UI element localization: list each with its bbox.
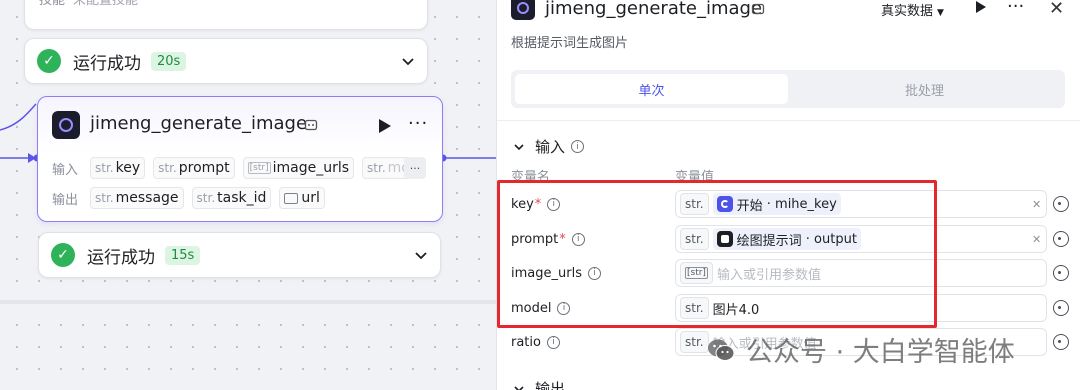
param-value-field[interactable]: [str] 输入或引用参数值 <box>675 259 1047 287</box>
bot-icon <box>751 3 765 15</box>
reference-tag: 开始 · mihe_key <box>712 193 841 215</box>
reference-tag: 绘图提示词 · output <box>712 228 861 250</box>
run-time-badge: 15s <box>165 245 201 265</box>
plugin-node-card[interactable]: jimeng_generate_image ··· 输入 str. key str… <box>37 96 443 222</box>
input-label: 输入 <box>52 162 79 178</box>
check-icon: ✓ <box>37 49 61 73</box>
input-chip: str. key <box>90 157 146 179</box>
run-status-card-1[interactable]: ✓ 运行成功 20s <box>24 38 428 84</box>
clear-icon[interactable]: ✕ <box>1032 233 1041 246</box>
workflow-canvas[interactable]: 技能 未配置技能 ✓ 运行成功 20s jimeng_generate_image… <box>0 0 496 390</box>
column-header-name: 变量名 <box>511 170 551 185</box>
reference-icon[interactable] <box>1053 265 1069 281</box>
param-name: prompt * i <box>511 232 675 247</box>
column-header-value: 变量值 <box>675 170 715 185</box>
node-title: jimeng_generate_image <box>90 113 308 134</box>
skill-label: 技能 <box>39 0 66 8</box>
param-row-model: model i str. 图片4.0 <box>511 294 1071 322</box>
section-title: 输入 <box>535 138 566 156</box>
reference-icon[interactable] <box>1053 196 1069 212</box>
param-row-prompt: prompt * i str. 绘图提示词 · output ✕ <box>511 225 1071 253</box>
input-chip: [str] image_urls <box>242 157 355 179</box>
panel-logo <box>511 0 535 20</box>
play-icon[interactable] <box>975 0 987 14</box>
type-chip: str. <box>680 228 709 250</box>
run-status-text: 运行成功 <box>73 53 141 74</box>
input-chip: str. prompt <box>153 157 235 179</box>
param-value-field[interactable]: str. 图片4.0 <box>675 294 1047 322</box>
start-node-icon <box>716 196 733 212</box>
more-icon[interactable]: ··· <box>408 113 428 134</box>
close-icon[interactable]: ✕ <box>1049 0 1064 19</box>
param-placeholder: 输入或引用参数值 <box>716 267 821 283</box>
clear-icon[interactable]: ✕ <box>1032 198 1041 211</box>
skill-card[interactable]: 技能 未配置技能 <box>24 0 428 30</box>
panel-title: jimeng_generate_image <box>545 0 763 19</box>
data-mode-select[interactable]: 真实数据 ▼ <box>881 0 944 19</box>
param-name: image_urls i <box>511 266 675 281</box>
type-chip: str. <box>680 331 709 353</box>
type-chip: [str] <box>680 262 713 284</box>
caret-down-icon: ▼ <box>937 8 944 18</box>
divider <box>497 120 1080 121</box>
param-name: model i <box>511 301 675 316</box>
skill-value: 未配置技能 <box>73 0 139 8</box>
output-chip: url <box>279 187 325 209</box>
output-label: 输出 <box>52 192 79 208</box>
reference-icon[interactable] <box>1053 334 1069 350</box>
output-chip: str. message <box>90 187 184 209</box>
more-inputs-button[interactable]: ··· <box>404 157 426 179</box>
llm-node-icon <box>716 231 733 247</box>
info-icon: i <box>587 266 601 280</box>
param-value-field[interactable]: str. 绘图提示词 · output ✕ <box>675 225 1047 253</box>
wechat-icon <box>708 339 735 361</box>
info-icon: i <box>547 197 561 211</box>
type-chip: str. <box>680 297 709 319</box>
param-value-field[interactable]: str. 开始 · mihe_key ✕ <box>675 190 1047 218</box>
canvas-divider <box>0 300 496 304</box>
more-icon[interactable]: ··· <box>1007 0 1024 17</box>
type-chip: str. <box>680 193 709 215</box>
run-status-card-2[interactable]: ✓ 运行成功 15s <box>38 232 441 278</box>
info-icon: i <box>571 232 585 246</box>
output-chip: str. task_id <box>191 187 272 209</box>
skill-row: 技能 未配置技能 <box>39 0 138 8</box>
param-row-image-urls: image_urls i [str] 输入或引用参数值 <box>511 259 1071 287</box>
mode-tabs: 单次 批处理 <box>511 70 1065 108</box>
chevron-down-icon <box>514 143 524 150</box>
panel-description: 根据提示词生成图片 <box>511 36 629 51</box>
reference-icon[interactable] <box>1053 300 1069 316</box>
watermark-text: 公众号 · 大白学智能体 <box>746 337 1015 368</box>
output-section-header[interactable]: 输出 <box>513 378 565 390</box>
chevron-down-icon[interactable] <box>414 248 428 262</box>
input-section-header[interactable]: 输入 i <box>513 136 585 157</box>
reference-icon[interactable] <box>1053 231 1069 247</box>
watermark: 公众号 · 大白学智能体 <box>706 330 1015 369</box>
chevron-down-icon <box>514 385 524 390</box>
bot-icon <box>304 119 318 131</box>
info-icon: i <box>571 140 585 153</box>
node-logo <box>52 111 80 139</box>
image-icon <box>284 192 299 204</box>
run-time-badge: 20s <box>151 51 187 71</box>
check-icon: ✓ <box>51 243 75 267</box>
param-value: 图片4.0 <box>712 302 760 318</box>
param-name: ratio i <box>511 335 675 350</box>
play-icon[interactable] <box>378 118 392 134</box>
tab-single[interactable]: 单次 <box>515 74 788 104</box>
info-icon: i <box>557 301 571 315</box>
node-input-row: 输入 str. key str. prompt [str] image_urls st… <box>52 157 423 179</box>
run-status-text: 运行成功 <box>87 247 155 268</box>
param-row-key: key * i str. 开始 · mihe_key ✕ <box>511 190 1071 218</box>
param-name: key * i <box>511 197 675 212</box>
chevron-down-icon[interactable] <box>401 54 415 68</box>
tab-batch[interactable]: 批处理 <box>788 74 1061 104</box>
info-icon: i <box>546 335 560 349</box>
node-output-row: 输出 str. message str. task_id url <box>52 187 333 209</box>
